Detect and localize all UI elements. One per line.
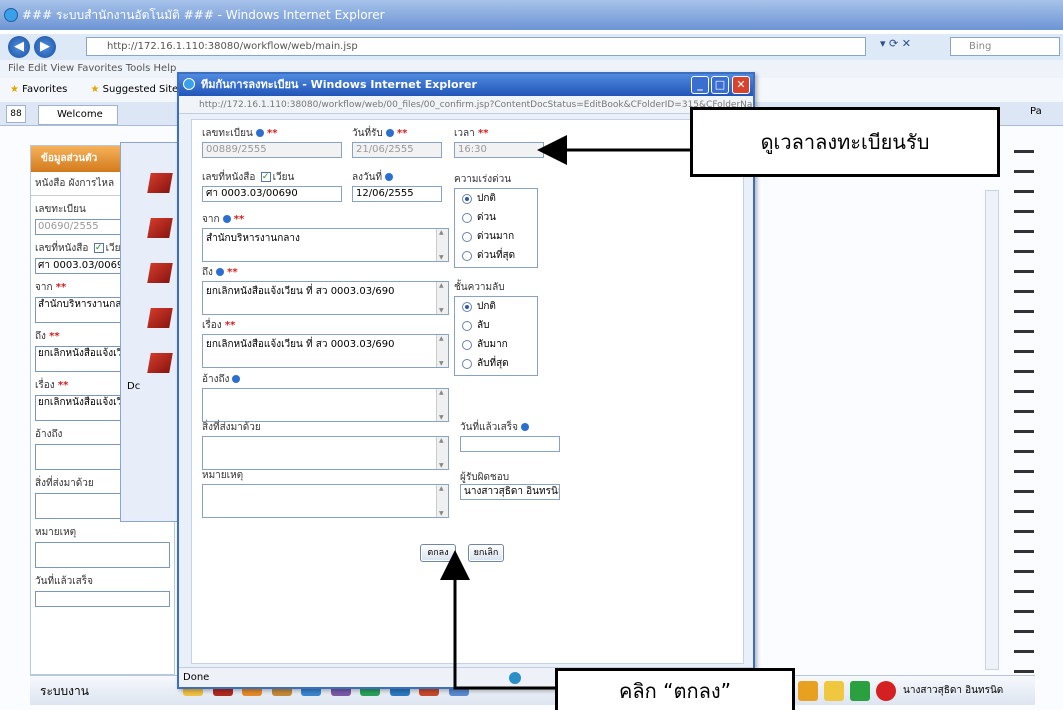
search-input[interactable]: Bing xyxy=(950,37,1060,56)
urgency-option[interactable]: ด่วนมาก xyxy=(455,227,537,246)
doc-date-input[interactable]: 12/06/2555 xyxy=(352,186,442,202)
to-label: ถึง ** xyxy=(202,267,238,278)
owner-input[interactable]: นางสาวสุธิดา อินทรนิล xyxy=(460,484,560,500)
address-bar: ◀ ▶ http://172.16.1.110:38080/workflow/w… xyxy=(0,34,1063,60)
circular-checkbox: ✓ xyxy=(260,172,271,182)
remarks-label: หมายเหตุ xyxy=(202,470,244,481)
field-input[interactable] xyxy=(35,542,170,568)
attachments-label: สิ่งที่ส่งมาด้วย xyxy=(202,422,261,433)
url-field[interactable]: http://172.16.1.110:38080/workflow/web/m… xyxy=(86,37,866,56)
from-textarea[interactable]: สำนักบริหารงานกลาง xyxy=(202,228,449,262)
reference-label: อ้างถึง xyxy=(202,372,241,387)
field-input[interactable] xyxy=(35,591,170,607)
secrecy-group: ปกติ ลับ ลับมาก ลับที่สุด xyxy=(454,296,538,376)
minimize-icon[interactable]: _ xyxy=(691,76,709,94)
search-icon[interactable] xyxy=(850,681,870,701)
remarks-textarea[interactable] xyxy=(202,484,449,518)
close-icon[interactable]: ✕ xyxy=(732,76,750,94)
reg-no-label: เลขทะเบียน ** xyxy=(202,128,278,139)
secrecy-option[interactable]: ลับมาก xyxy=(455,335,537,354)
book-icon[interactable] xyxy=(147,308,173,328)
cancel-button[interactable]: ยกเลิก xyxy=(468,544,504,562)
book-icon[interactable] xyxy=(147,218,173,238)
browser-title: ### ระบบสำนักงานอัตโนมัติ ### - Windows … xyxy=(22,8,385,22)
maximize-icon[interactable]: □ xyxy=(711,76,729,94)
attachments-textarea[interactable] xyxy=(202,436,449,470)
to-textarea[interactable]: ยกเลิกหนังสือแจ้งเวียน ที่ สว 0003.03/69… xyxy=(202,281,449,315)
book-icon[interactable] xyxy=(147,263,173,283)
registration-form: เลขทะเบียน ** 00889/2555 วันที่รับ ** 21… xyxy=(191,119,744,664)
page-scrollbar[interactable] xyxy=(985,190,999,670)
registration-dialog: ทีมกันการลงทะเบียน - Windows Internet Ex… xyxy=(177,72,755,689)
urgency-group: ปกติ ด่วน ด่วนมาก ด่วนที่สุด xyxy=(454,188,538,268)
reg-no-input[interactable]: 00889/2555 xyxy=(202,142,342,158)
ie-logo-icon xyxy=(183,78,195,90)
status-text: Done xyxy=(183,672,210,683)
urgency-option[interactable]: ด่วนที่สุด xyxy=(455,246,537,265)
recv-date-input[interactable]: 21/06/2555 xyxy=(352,142,442,158)
time-input[interactable]: 16:30 xyxy=(454,142,544,158)
dialog-url: http://172.16.1.110:38080/workflow/web/0… xyxy=(179,96,753,114)
ie-logo-icon xyxy=(4,8,18,22)
tool-icon[interactable] xyxy=(798,681,818,701)
ok-button[interactable]: ตกลง xyxy=(420,544,456,562)
urgency-label: ความเร่งด่วน xyxy=(454,174,512,185)
favorites-label[interactable]: Favorites xyxy=(22,84,67,95)
suggested-sites-link[interactable]: Suggested Sites xyxy=(103,84,184,95)
notebook-rings xyxy=(1010,140,1035,680)
tab-welcome[interactable]: Welcome xyxy=(38,105,118,125)
dialog-title: ทีมกันการลงทะเบียน - Windows Internet Ex… xyxy=(201,78,477,91)
urgency-option[interactable]: ปกติ xyxy=(455,189,537,208)
secrecy-option[interactable]: ลับที่สุด xyxy=(455,354,537,373)
completed-date-label: วันที่แล้วเสร็จ xyxy=(460,420,529,435)
favorites-star-icon: ★ xyxy=(10,84,19,95)
reference-textarea[interactable] xyxy=(202,388,449,422)
subject-textarea[interactable]: ยกเลิกหนังสือแจ้งเวียน ที่ สว 0003.03/69… xyxy=(202,334,449,368)
user-name: นางสาวสุธิดา อินทรนิด xyxy=(903,685,1004,696)
field-label: หมายเหตุ xyxy=(35,527,77,538)
forward-button[interactable]: ▶ xyxy=(34,36,56,58)
quick-tabs-icon[interactable]: 88 xyxy=(6,105,26,123)
doc-no-label: เลขที่หนังสือ ✓ เวียน xyxy=(202,172,295,183)
secrecy-option[interactable]: ปกติ xyxy=(455,297,537,316)
subject-label: เรื่อง ** xyxy=(202,320,236,331)
add-favorite-icon[interactable]: ★ xyxy=(91,84,100,95)
completed-date-input[interactable] xyxy=(460,436,560,452)
time-callout: ดูเวลาลงทะเบียนรับ xyxy=(690,107,1000,177)
help-icon[interactable] xyxy=(824,681,844,701)
ok-callout: คลิก “ตกลง” xyxy=(555,668,795,710)
dialog-title-bar: ทีมกันการลงทะเบียน - Windows Internet Ex… xyxy=(179,74,753,96)
book-icon[interactable] xyxy=(147,173,173,193)
owner-label: ผู้รับผิดชอบ xyxy=(460,472,510,483)
from-label: จาก ** xyxy=(202,214,245,225)
doc-no-input[interactable]: ศา 0003.03/00690 xyxy=(202,186,342,202)
book-icon[interactable] xyxy=(147,353,173,373)
urgency-option[interactable]: ด่วน xyxy=(455,208,537,227)
browser-title-bar: ### ระบบสำนักงานอัตโนมัติ ### - Windows … xyxy=(0,0,1063,30)
refresh-stop-icons[interactable]: ▾ ⟳ ✕ xyxy=(880,37,940,56)
secrecy-label: ชั้นความลับ xyxy=(454,282,505,293)
time-label: เวลา ** xyxy=(454,128,489,139)
dc-label: Dc xyxy=(127,381,141,392)
recv-date-label: วันที่รับ ** xyxy=(352,128,408,139)
field-label: วันที่แล้วเสร็จ xyxy=(35,576,93,587)
back-button[interactable]: ◀ xyxy=(8,36,30,58)
power-icon[interactable] xyxy=(876,681,896,701)
start-label[interactable]: ระบบงาน xyxy=(30,675,176,705)
secrecy-option[interactable]: ลับ xyxy=(455,316,537,335)
page-menu[interactable]: Pa xyxy=(1030,106,1042,117)
doc-date-label: ลงวันที่ xyxy=(352,170,394,185)
globe-icon xyxy=(509,672,521,684)
